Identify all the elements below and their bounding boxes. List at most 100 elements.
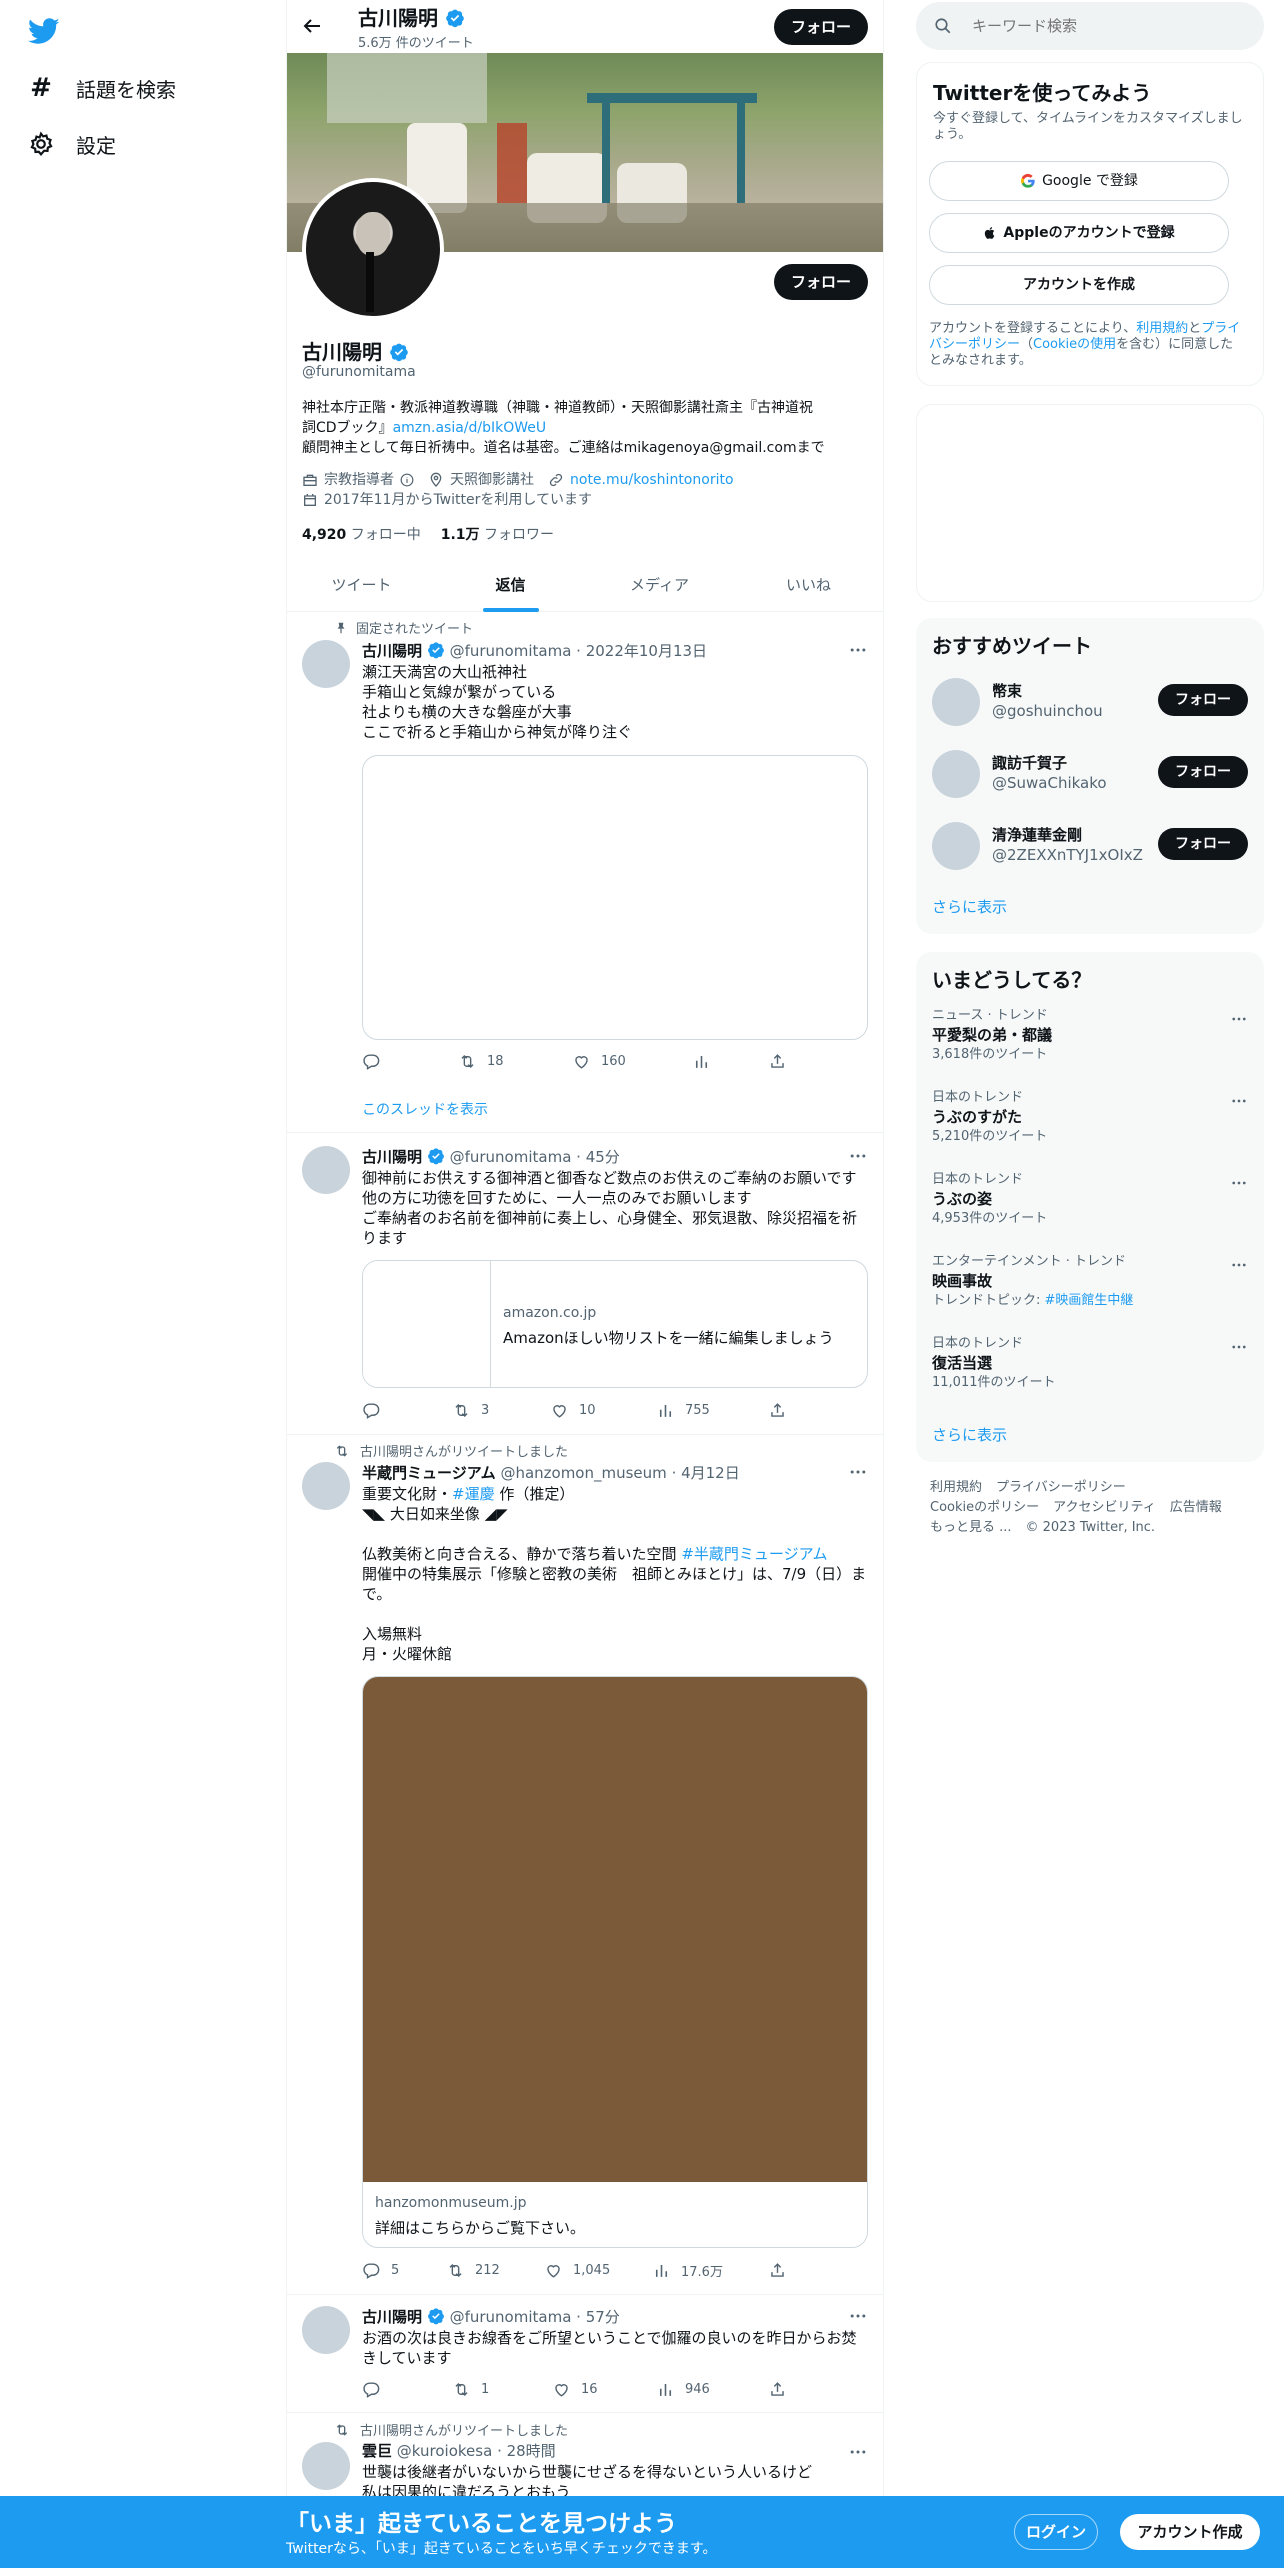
like-button[interactable]: 1,045	[544, 2261, 610, 2280]
tweet-avatar[interactable]	[302, 1146, 350, 1194]
tweet-handle[interactable]: @hanzomon_museum	[500, 1464, 666, 1482]
recommended-user[interactable]: 清浄蓮華金剛 @2ZEXXnTYJ1xOIxZ フォロー	[932, 818, 1248, 874]
reply-button[interactable]: 5	[362, 2261, 399, 2280]
tweet-avatar[interactable]	[302, 2442, 350, 2490]
trend-item[interactable]: 日本のトレンド うぶのすがた 5,210件のツイート	[932, 1090, 1248, 1162]
terms-link[interactable]: 利用規約	[1136, 321, 1188, 336]
show-more-link[interactable]: さらに表示	[932, 896, 1007, 917]
hashtag-link[interactable]: #半蔵門ミュージアム	[681, 1545, 827, 1563]
tweet-author[interactable]: 雲巨	[362, 2442, 392, 2460]
tab-replies[interactable]: 返信	[436, 560, 585, 612]
tweet-avatar[interactable]	[302, 2306, 350, 2354]
followers-link[interactable]: 1.1万 フォロワー	[441, 524, 554, 544]
tab-likes[interactable]: いいね	[734, 560, 883, 611]
views-button[interactable]: 755	[656, 1401, 710, 1420]
user-avatar[interactable]	[932, 678, 980, 726]
tweet-avatar[interactable]	[302, 1462, 350, 1510]
share-button[interactable]	[768, 1052, 787, 1071]
reply-button[interactable]	[362, 1052, 381, 1071]
tweet-time[interactable]: · 45分	[576, 1148, 620, 1166]
share-button[interactable]	[768, 1401, 787, 1420]
tweet-handle[interactable]: @furunomitama	[450, 1148, 572, 1166]
follow-button[interactable]: フォロー	[1158, 684, 1248, 716]
create-account-button[interactable]: アカウントを作成	[929, 265, 1229, 305]
link-card[interactable]: amazon.co.jp Amazonほしい物リストを一緒に編集しましょう	[362, 1260, 868, 1388]
footer-terms-link[interactable]: 利用規約	[930, 1478, 982, 1498]
more-icon[interactable]	[848, 1462, 868, 1482]
profile-follow-button[interactable]: フォロー	[774, 264, 868, 300]
twitter-logo-icon[interactable]	[28, 14, 60, 46]
more-icon[interactable]	[848, 2306, 868, 2326]
trend-item[interactable]: ニュース · トレンド 平愛梨の弟・都議 3,618件のツイート	[932, 1008, 1248, 1080]
like-button[interactable]: 16	[552, 2380, 598, 2399]
like-button[interactable]: 160	[572, 1052, 626, 1071]
google-signup-button[interactable]: Google で登録	[929, 161, 1229, 201]
login-button[interactable]: ログイン	[1014, 2514, 1098, 2550]
trend-item[interactable]: 日本のトレンド 復活当選 11,011件のツイート	[932, 1336, 1248, 1408]
retweet-indicator-label[interactable]: 古川陽明さんがリツイートしました	[360, 1441, 568, 1460]
retweet-button[interactable]: 212	[446, 2261, 500, 2280]
views-button[interactable]: 17.6万	[652, 2261, 723, 2280]
footer-privacy-link[interactable]: プライバシーポリシー	[996, 1478, 1126, 1498]
tweet-time[interactable]: · 28時間	[497, 2442, 556, 2460]
footer-more-link[interactable]: もっと見る ...	[930, 1518, 1012, 1538]
tweet-author[interactable]: 古川陽明	[362, 2308, 422, 2326]
recommended-user[interactable]: 諏訪千賀子 @SuwaChikako フォロー	[932, 746, 1248, 802]
retweet-button[interactable]: 1	[452, 2380, 489, 2399]
more-icon[interactable]	[848, 640, 868, 660]
show-more-link[interactable]: さらに表示	[932, 1424, 1007, 1445]
info-icon[interactable]	[400, 473, 414, 487]
tab-tweets[interactable]: ツイート	[287, 560, 436, 611]
show-thread-link[interactable]: このスレッドを表示	[362, 1099, 488, 1119]
views-button[interactable]: 946	[656, 2380, 710, 2399]
signup-button[interactable]: アカウント作成	[1120, 2514, 1260, 2550]
tweet-author[interactable]: 半蔵門ミュージアム	[362, 1464, 496, 1482]
tweet-handle[interactable]: @furunomitama	[450, 642, 572, 660]
more-icon[interactable]	[848, 1146, 868, 1166]
follow-button[interactable]: フォロー	[1158, 828, 1248, 860]
more-icon[interactable]	[1230, 1174, 1248, 1192]
follow-button[interactable]: フォロー	[1158, 756, 1248, 788]
footer-accessibility-link[interactable]: アクセシビリティ	[1053, 1498, 1156, 1518]
header-follow-button[interactable]: フォロー	[774, 9, 868, 45]
more-icon[interactable]	[1230, 1338, 1248, 1356]
hashtag-link[interactable]: #運慶	[452, 1485, 495, 1503]
tweet-time[interactable]: · 57分	[576, 2308, 620, 2326]
retweet-indicator-label[interactable]: 古川陽明さんがリツイートしました	[360, 2420, 568, 2439]
tweet-handle[interactable]: @furunomitama	[450, 2308, 572, 2326]
recommended-user[interactable]: 幣束 @goshuinchou フォロー	[932, 674, 1248, 730]
tweet-media[interactable]	[362, 755, 868, 1040]
tweet-author[interactable]: 古川陽明	[362, 1148, 422, 1166]
footer-ads-link[interactable]: 広告情報	[1170, 1498, 1222, 1518]
footer-cookie-link[interactable]: Cookieのポリシー	[930, 1498, 1039, 1518]
share-button[interactable]	[768, 2380, 787, 2399]
back-arrow-icon[interactable]	[300, 14, 324, 38]
cookie-link[interactable]: Cookieの使用	[1033, 337, 1116, 352]
nav-explore[interactable]: # 話題を検索	[28, 72, 176, 104]
reply-button[interactable]	[362, 1401, 381, 1420]
share-button[interactable]	[768, 2261, 787, 2280]
user-avatar[interactable]	[932, 750, 980, 798]
like-button[interactable]: 10	[550, 1401, 596, 1420]
tweet-time[interactable]: · 2022年10月13日	[576, 642, 707, 660]
nav-settings[interactable]: 設定	[28, 128, 116, 160]
profile-avatar[interactable]	[302, 178, 444, 320]
search-box[interactable]	[916, 2, 1264, 50]
profile-website[interactable]: note.mu/koshintonorito	[570, 470, 734, 490]
retweet-button[interactable]: 3	[452, 1401, 489, 1420]
bio-link[interactable]: amzn.asia/d/bIkOWeU	[393, 420, 547, 436]
apple-signup-button[interactable]: Appleのアカウントで登録	[929, 213, 1229, 253]
views-button[interactable]	[692, 1052, 711, 1071]
trend-item[interactable]: エンターテインメント · トレンド 映画事故 トレンドトピック: #映画館生中継	[932, 1254, 1248, 1326]
retweet-button[interactable]: 18	[458, 1052, 504, 1071]
search-input[interactable]	[972, 17, 1232, 35]
tweet-author[interactable]: 古川陽明	[362, 642, 422, 660]
trend-hashtag-link[interactable]: #映画館生中継	[1045, 1293, 1134, 1308]
user-avatar[interactable]	[932, 822, 980, 870]
tweet-avatar[interactable]	[302, 640, 350, 688]
tweet-time[interactable]: · 4月12日	[672, 1464, 740, 1482]
following-link[interactable]: 4,920 フォロー中	[302, 524, 421, 544]
more-icon[interactable]	[1230, 1010, 1248, 1028]
more-icon[interactable]	[1230, 1092, 1248, 1110]
reply-button[interactable]	[362, 2380, 381, 2399]
